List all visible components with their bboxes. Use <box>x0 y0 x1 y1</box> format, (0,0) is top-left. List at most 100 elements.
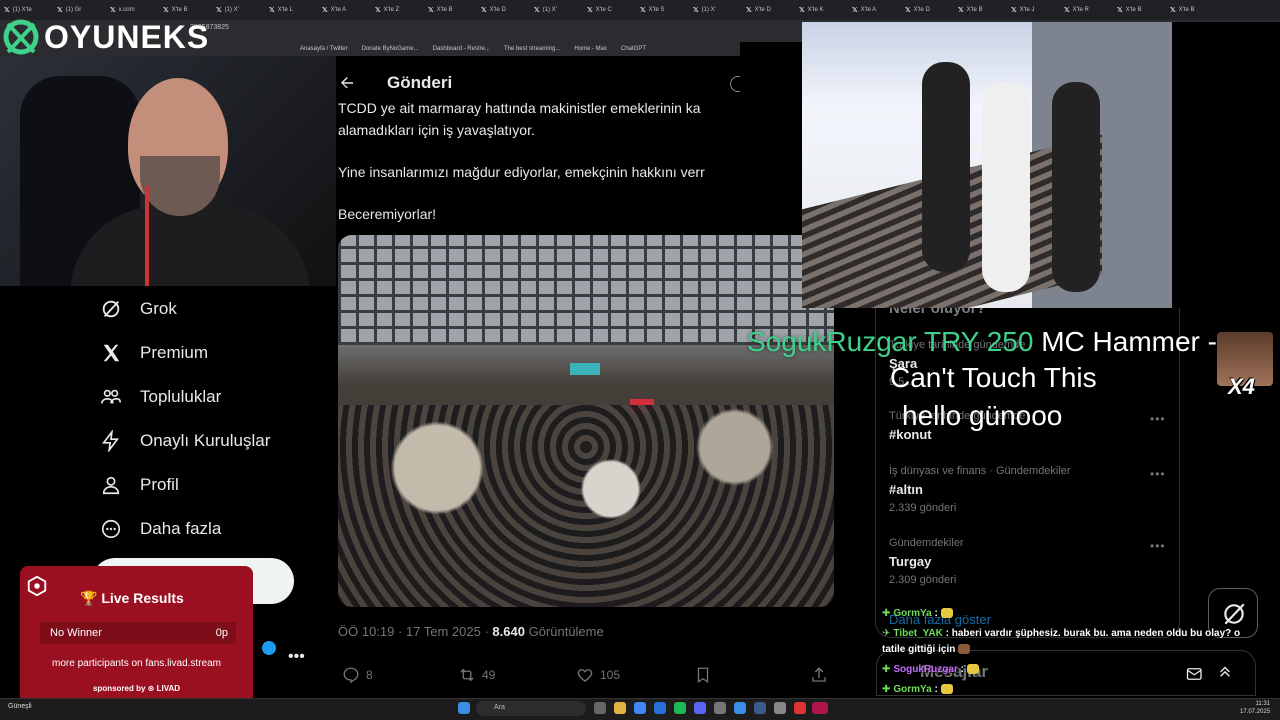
post-view-count: 8.640 <box>492 624 525 639</box>
donation-song-line-1: MC Hammer - <box>1041 326 1217 357</box>
browser-tab[interactable]: 𝕏 X'te K <box>796 2 848 18</box>
account-more-icon[interactable]: ••• <box>288 648 305 666</box>
tab-label: X'te K <box>807 7 824 13</box>
trend-item-altin[interactable]: #altın <box>889 482 923 497</box>
tab-label: X'te D <box>913 7 930 13</box>
taskbar-clock[interactable]: 11:31 17.07.2025 <box>1240 700 1270 716</box>
trend-item-turgay[interactable]: Turgay <box>889 554 931 569</box>
donation-song-line-2: Can't Touch This <box>890 362 1097 393</box>
browser-tab[interactable]: 𝕏 (1) X' <box>531 2 583 18</box>
browser-icon[interactable] <box>654 702 666 714</box>
photo-crowd <box>338 405 834 607</box>
chat-username[interactable]: Tibet_YAK <box>893 628 942 639</box>
file-explorer-icon[interactable] <box>614 702 626 714</box>
app-icon[interactable] <box>714 702 726 714</box>
browser-tab[interactable]: 𝕏 X'te D <box>478 2 530 18</box>
browser-tab[interactable]: 𝕏 X'te L <box>266 2 318 18</box>
tab-favicon-icon: 𝕏 <box>216 7 222 14</box>
tab-label: X'te R <box>1072 7 1089 13</box>
nav-item-grok[interactable]: Grok <box>100 298 177 320</box>
nav-label: Onaylı Kuruluşlar <box>140 431 271 450</box>
tab-favicon-icon: 𝕏 <box>958 7 964 14</box>
browser-tab[interactable]: 𝕏 X'te A <box>849 2 901 18</box>
tab-favicon-icon: 𝕏 <box>534 7 540 14</box>
spotify-icon[interactable] <box>674 702 686 714</box>
windows-start-icon[interactable] <box>458 702 470 714</box>
verified-badge-icon <box>262 641 276 655</box>
bookmark-item[interactable]: ChatGPT <box>621 46 646 52</box>
video-dancer <box>1052 82 1100 292</box>
task-view-icon[interactable] <box>594 702 606 714</box>
nav-item-profile[interactable]: Profil <box>100 474 179 496</box>
bookmark-button[interactable] <box>694 666 712 684</box>
share-icon <box>812 667 826 682</box>
header-button-edge[interactable] <box>730 76 740 92</box>
livad-logo-icon <box>27 575 47 597</box>
chat-text: tatile gittiği için <box>882 644 956 655</box>
browser-tab[interactable]: 𝕏 X'te A <box>319 2 371 18</box>
nav-label: Premium <box>140 343 209 362</box>
like-button[interactable]: 105 <box>576 666 620 684</box>
nav-label: Topluluklar <box>140 387 222 406</box>
browser-tab[interactable]: 𝕏 X'te B <box>955 2 1007 18</box>
tab-label: X'te D <box>489 7 506 13</box>
nav-item-more[interactable]: Daha fazla <box>100 518 221 540</box>
obs-icon[interactable] <box>794 702 806 714</box>
trend-subtitle: İş dünyası ve finans · Gündemdekiler <box>889 465 1071 477</box>
trend-more-icon[interactable]: ••• <box>1150 467 1166 481</box>
kick-icon[interactable] <box>812 702 828 714</box>
tab-favicon-icon: 𝕏 <box>587 7 593 14</box>
browser-tab[interactable]: 𝕏 X'te J <box>1008 2 1060 18</box>
bookmark-item[interactable]: The best streaming... <box>504 46 560 52</box>
browser-tab[interactable]: 𝕏 X'te S <box>637 2 689 18</box>
browser-tab[interactable]: 𝕏 X'te B <box>1114 2 1166 18</box>
nav-item-premium[interactable]: Premium <box>100 342 208 364</box>
chrome-icon[interactable] <box>634 702 646 714</box>
x-logo-icon <box>103 344 120 362</box>
bookmark-item[interactable]: Donate ByNoGame... <box>362 46 419 52</box>
tab-favicon-icon: 𝕏 <box>1064 7 1070 14</box>
share-button[interactable] <box>810 666 828 684</box>
steam-icon[interactable] <box>754 702 766 714</box>
browser-tab[interactable]: 𝕏 (1) X' <box>690 2 742 18</box>
post-timestamp[interactable]: ÖÖ 10:19 · 17 Tem 2025 · <box>338 624 492 639</box>
new-message-icon[interactable] <box>1186 666 1204 682</box>
app-icon[interactable] <box>734 702 746 714</box>
bookmark-item[interactable]: Anasayfa / Twitter <box>300 46 348 52</box>
reply-button[interactable]: 8 <box>342 666 373 684</box>
browser-tab[interactable]: 𝕏 X'te R <box>1061 2 1113 18</box>
nav-item-communities[interactable]: Topluluklar <box>100 386 221 408</box>
chat-text: : <box>957 664 964 675</box>
browser-tab[interactable]: 𝕏 X'te B <box>425 2 477 18</box>
chat-username[interactable]: SogukRuzgar <box>893 664 957 675</box>
browser-tab[interactable]: 𝕏 (1) X' <box>213 2 265 18</box>
bookmark-item[interactable]: Home - Max <box>574 46 607 52</box>
browser-tab[interactable]: 𝕏 X'te D <box>743 2 795 18</box>
chat-username[interactable]: GormYa <box>893 608 931 619</box>
nav-item-verified-orgs[interactable]: Onaylı Kuruluşlar <box>100 430 270 452</box>
browser-tab[interactable]: 𝕏 X'te D <box>902 2 954 18</box>
repost-button[interactable]: 49 <box>458 666 495 684</box>
trend-count: 2.339 gönderi <box>889 502 957 514</box>
trend-more-icon[interactable]: ••• <box>1150 539 1166 553</box>
tab-label: X'te J <box>1019 7 1035 13</box>
chat-badge-icon: ✈ <box>882 628 891 639</box>
taskbar-search[interactable]: Ara <box>476 701 586 716</box>
chevron-up-icon[interactable] <box>1218 664 1232 678</box>
post-meta: ÖÖ 10:19 · 17 Tem 2025 · 8.640 Görüntüle… <box>338 624 604 639</box>
browser-tab[interactable]: 𝕏 X'te C <box>584 2 636 18</box>
browser-tab[interactable]: 𝕏 X'te B <box>1167 2 1219 18</box>
reply-icon <box>343 667 359 684</box>
emote-multiplier: X4 <box>1228 374 1255 399</box>
taskbar-weather[interactable]: Güneşli <box>8 703 32 710</box>
tab-favicon-icon: 𝕏 <box>746 7 752 14</box>
discord-icon[interactable] <box>694 702 706 714</box>
tab-label: X'te A <box>330 7 347 13</box>
chat-username[interactable]: GormYa <box>893 684 931 695</box>
app-icon[interactable] <box>774 702 786 714</box>
browser-tab[interactable]: 𝕏 X'te Z <box>372 2 424 18</box>
bookmark-item[interactable]: Dashboard - Restre... <box>433 46 490 52</box>
back-arrow-icon[interactable] <box>338 74 356 92</box>
chat-text: : haberi vardır şüphesiz. burak bu. ama … <box>942 628 1241 639</box>
tab-label: X'te B <box>966 7 983 13</box>
